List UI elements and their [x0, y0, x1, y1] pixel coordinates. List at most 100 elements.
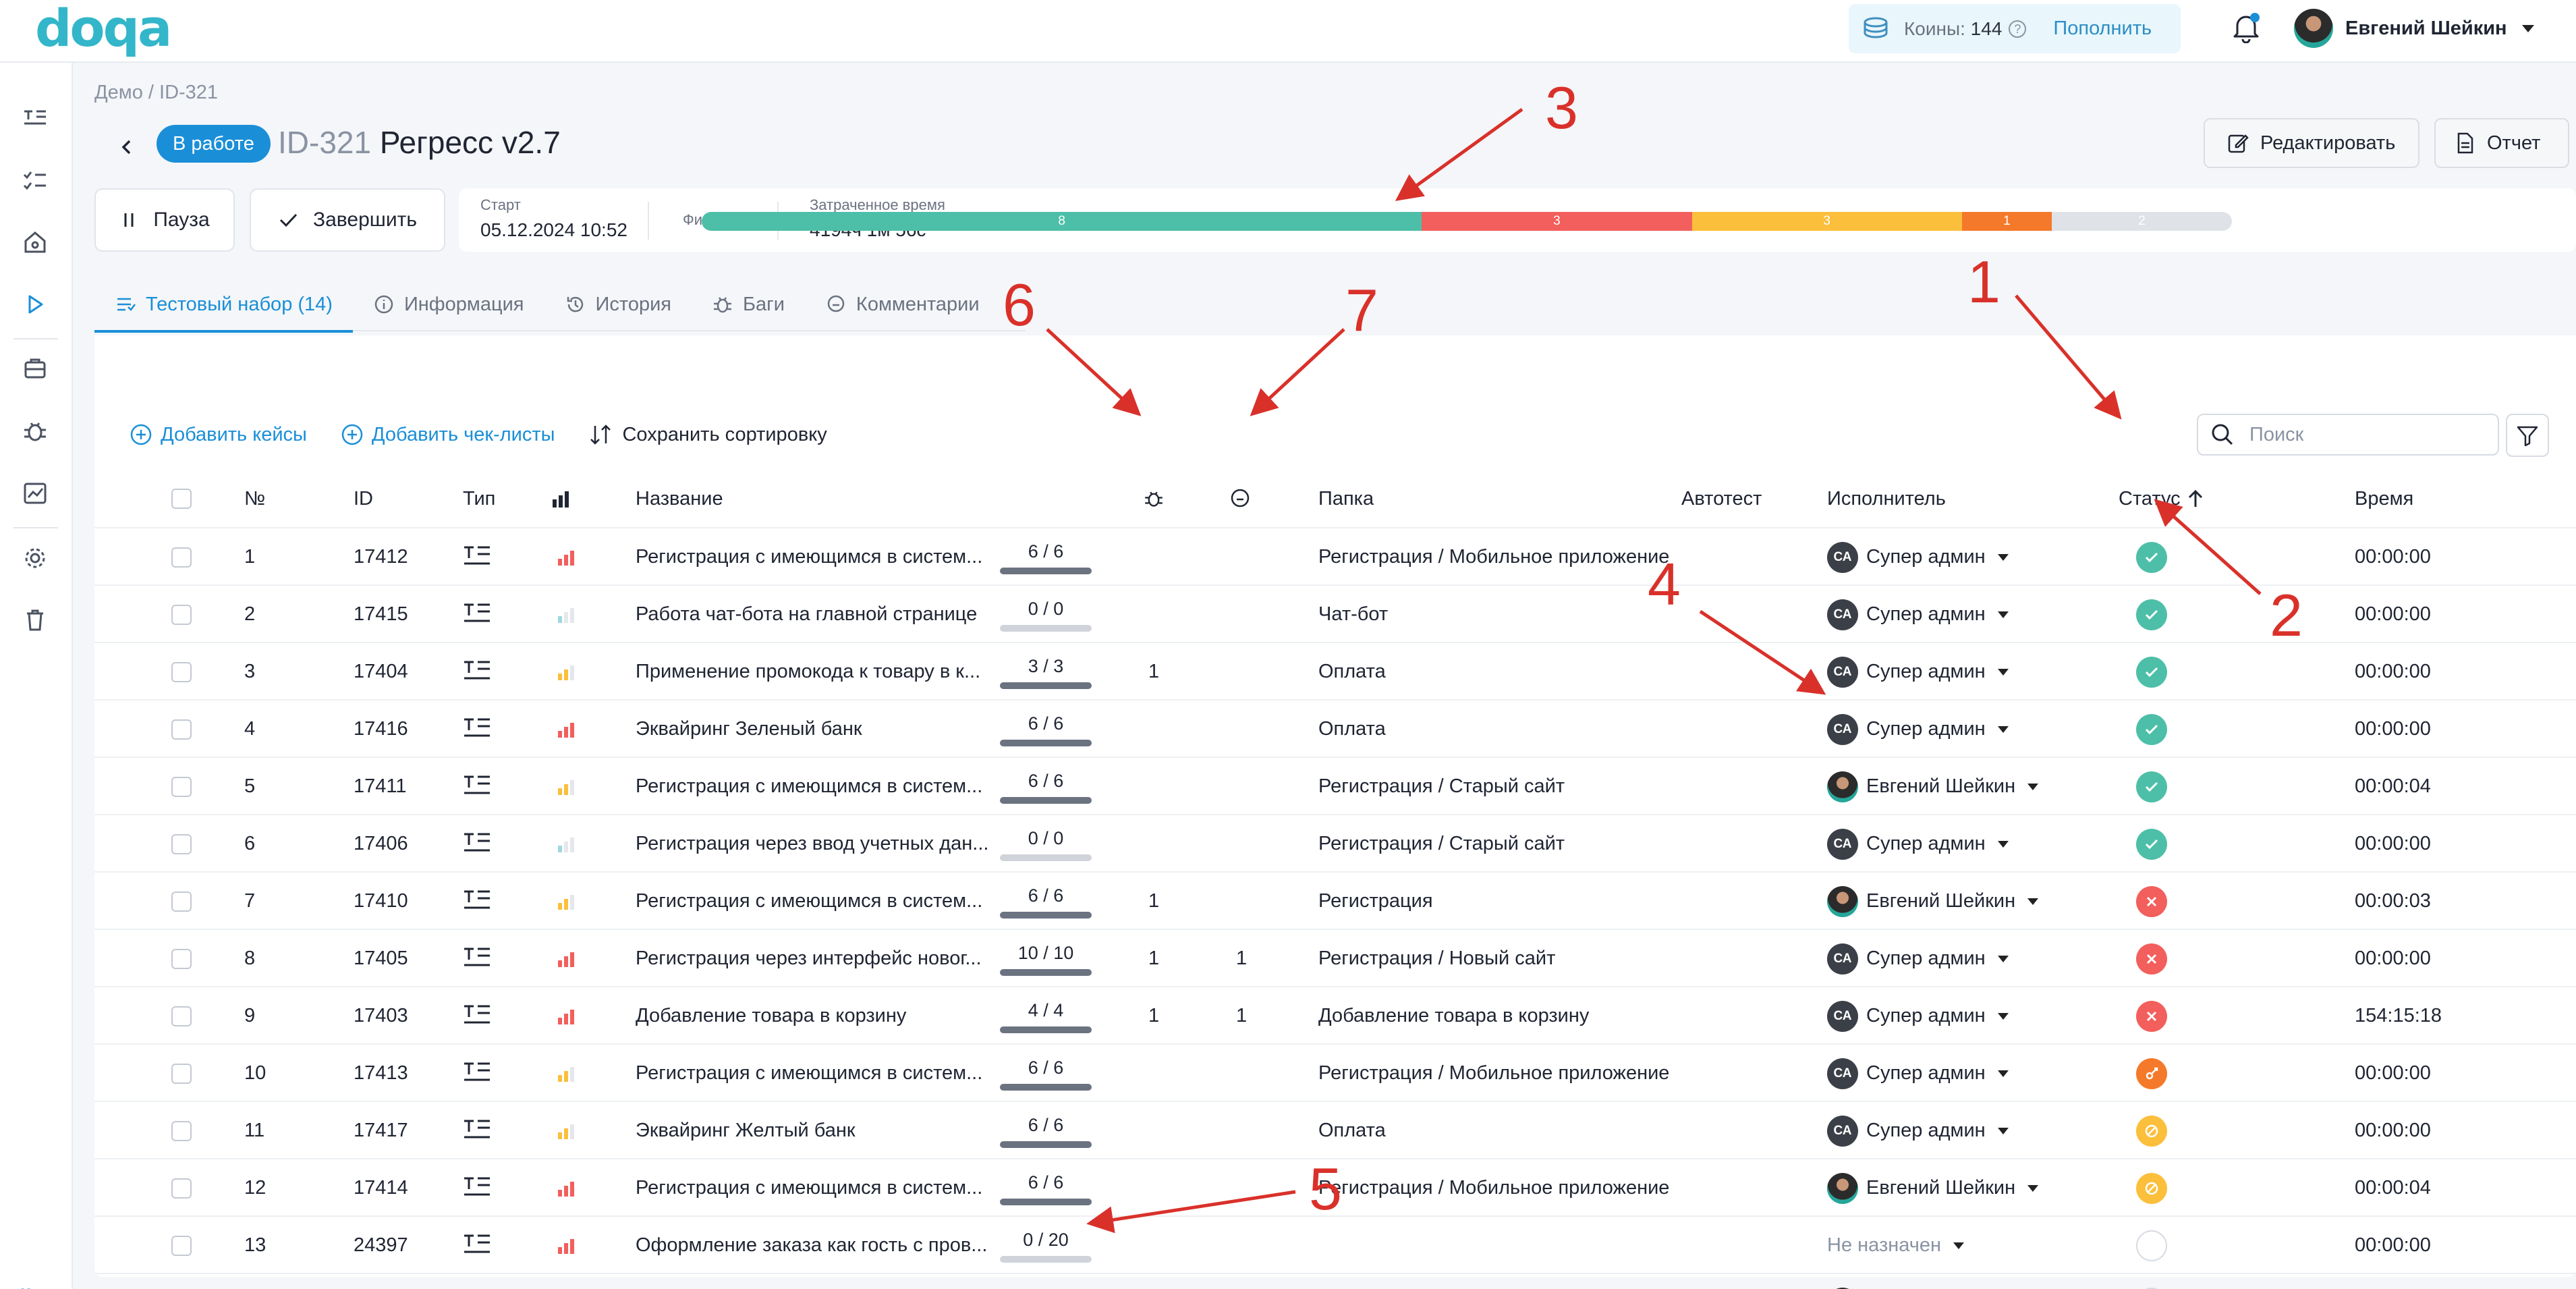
col-bugs[interactable]	[1143, 470, 1165, 527]
status-skipped-icon[interactable]	[2136, 1172, 2167, 1204]
table-row[interactable]: 1 17412 Регистрация с имеющимся в систем..…	[94, 527, 2576, 584]
row-assignee[interactable]: Не назначен	[1827, 1217, 1965, 1274]
breadcrumb[interactable]: Демо / ID-321	[94, 82, 218, 104]
checkbox[interactable]	[171, 948, 192, 969]
row-id[interactable]: 17412	[354, 528, 408, 586]
table-row[interactable]: 10 17413 Регистрация с имеющимся в систем.…	[94, 1043, 2576, 1101]
tab-comment[interactable]: Комментарии	[805, 277, 1000, 331]
row-status[interactable]	[2136, 930, 2167, 987]
row-status[interactable]	[2136, 758, 2167, 815]
checkbox[interactable]	[171, 1063, 192, 1084]
row-comments[interactable]: 1	[1236, 987, 1247, 1045]
sidebar-item-checklists[interactable]	[20, 165, 50, 195]
row-checkbox[interactable]	[171, 586, 192, 643]
col-assignee[interactable]: Исполнитель	[1827, 470, 1946, 527]
checkbox[interactable]	[171, 1178, 192, 1199]
row-id[interactable]: 17414	[354, 1159, 408, 1217]
table-row[interactable]: 5 17411 Регистрация с имеющимся в систем..…	[94, 757, 2576, 814]
row-assignee[interactable]: СА Супер админ	[1827, 528, 2009, 586]
row-assignee[interactable]: СА Супер админ	[1827, 1102, 2009, 1159]
row-assignee[interactable]: СА Супер админ	[1827, 930, 2009, 987]
status-passed-icon[interactable]	[2136, 541, 2167, 573]
row-status[interactable]	[2136, 528, 2167, 586]
status-passed-icon[interactable]	[2136, 656, 2167, 688]
checkbox[interactable]	[171, 547, 192, 568]
row-id[interactable]: 17415	[354, 586, 408, 643]
col-num[interactable]: №	[244, 470, 265, 527]
checkbox[interactable]	[171, 661, 192, 682]
row-bugs[interactable]: 1	[1148, 643, 1159, 701]
row-assignee[interactable]: СА Супер админ	[1827, 987, 2009, 1045]
tab-bug[interactable]: Баги	[692, 277, 805, 331]
table-row[interactable]: 8 17405 Регистрация через интерфейс новог.…	[94, 929, 2576, 986]
row-status[interactable]	[2136, 586, 2167, 643]
row-assignee[interactable]: Евгений Шейкин	[1827, 873, 2039, 930]
user-menu[interactable]: Евгений Шейкин	[2294, 7, 2534, 50]
row-checkbox[interactable]	[171, 758, 192, 815]
checkbox[interactable]	[171, 719, 192, 740]
row-checkbox[interactable]	[171, 930, 192, 987]
status-passed-icon[interactable]	[2136, 828, 2167, 860]
sidebar-item-settings[interactable]	[20, 543, 50, 573]
status-passed-icon[interactable]	[2136, 771, 2167, 802]
col-time[interactable]: Время	[2355, 470, 2413, 527]
checkbox[interactable]	[171, 776, 192, 797]
search-input[interactable]: Поиск	[2197, 414, 2499, 456]
save-sort-button[interactable]: Сохранить сортировку	[588, 423, 827, 446]
row-id[interactable]: 17404	[354, 643, 408, 701]
row-id[interactable]: 17403	[354, 987, 408, 1045]
row-status[interactable]	[2136, 815, 2167, 873]
col-folder[interactable]: Папка	[1318, 470, 1374, 527]
table-row[interactable]: 9 17403 Добавление товара в корзину 4 / 4 1 1…	[94, 986, 2576, 1043]
status-skipped-icon[interactable]	[2136, 1115, 2167, 1147]
sidebar-item-test-cases[interactable]	[20, 103, 50, 133]
add-checklists-button[interactable]: Добавить чек-листы	[341, 423, 555, 446]
status-failed-icon[interactable]	[2136, 1000, 2167, 1032]
tab-info[interactable]: Информация	[353, 277, 544, 331]
col-autotest[interactable]: Автотест	[1681, 470, 1762, 527]
sidebar-item-trash[interactable]	[20, 605, 50, 635]
logo[interactable]: doqa	[35, 3, 172, 54]
row-id[interactable]: 17417	[354, 1102, 408, 1159]
row-bugs[interactable]: 1	[1148, 987, 1159, 1045]
row-checkbox[interactable]	[171, 815, 192, 873]
bell-icon[interactable]	[2232, 12, 2260, 43]
sidebar-item-releases[interactable]	[20, 354, 50, 384]
table-row[interactable]: 11 17417 Эквайринг Желтый банк 6 / 6 Оплата С…	[94, 1101, 2576, 1158]
row-status[interactable]	[2136, 701, 2167, 758]
row-checkbox[interactable]	[171, 643, 192, 701]
row-checkbox[interactable]	[171, 701, 192, 758]
table-row[interactable]: 1422573Тест-кейс регистрации нового поль…	[94, 1273, 2576, 1289]
table-row[interactable]: 13 24397 Оформление заказа как гость с про…	[94, 1215, 2576, 1273]
row-status[interactable]	[2136, 1102, 2167, 1159]
select-all-checkbox[interactable]	[171, 470, 192, 527]
row-status[interactable]	[2136, 1045, 2167, 1102]
tab-list[interactable]: Тестовый набор (14)	[94, 277, 353, 333]
sidebar-item-reports[interactable]	[20, 478, 50, 508]
col-comments[interactable]	[1229, 470, 1251, 527]
add-cases-button[interactable]: Добавить кейсы	[130, 423, 307, 446]
row-assignee[interactable]: Евгений Шейкин	[1827, 1159, 2039, 1217]
row-checkbox[interactable]	[171, 1159, 192, 1217]
row-assignee[interactable]: СА Супер админ	[1827, 643, 2009, 701]
row-assignee[interactable]: Евгений Шейкин	[1827, 758, 2039, 815]
table-row[interactable]: 4 17416 Эквайринг Зеленый банк 6 / 6 Оплата С…	[94, 699, 2576, 757]
checkbox[interactable]	[171, 1235, 192, 1256]
help-icon[interactable]: ?	[2009, 20, 2027, 38]
row-id[interactable]: 17410	[354, 873, 408, 930]
status-passed-icon[interactable]	[2136, 713, 2167, 745]
row-status[interactable]	[2136, 643, 2167, 701]
row-checkbox[interactable]	[171, 1045, 192, 1102]
row-assignee[interactable]: СА Супер админ	[1827, 815, 2009, 873]
row-checkbox[interactable]	[171, 1102, 192, 1159]
back-button[interactable]	[113, 134, 140, 161]
row-assignee[interactable]: СА Супер админ	[1827, 586, 2009, 643]
row-assignee[interactable]: СА Супер админ	[1827, 701, 2009, 758]
table-row[interactable]: 7 17410 Регистрация с имеющимся в систем..…	[94, 871, 2576, 929]
filter-button[interactable]	[2506, 414, 2549, 457]
row-comments[interactable]: 1	[1236, 930, 1247, 987]
checkbox[interactable]	[171, 604, 192, 625]
sidebar-item-bugs[interactable]	[20, 416, 50, 446]
row-id[interactable]: 24397	[354, 1217, 408, 1274]
row-checkbox[interactable]	[171, 1217, 192, 1274]
